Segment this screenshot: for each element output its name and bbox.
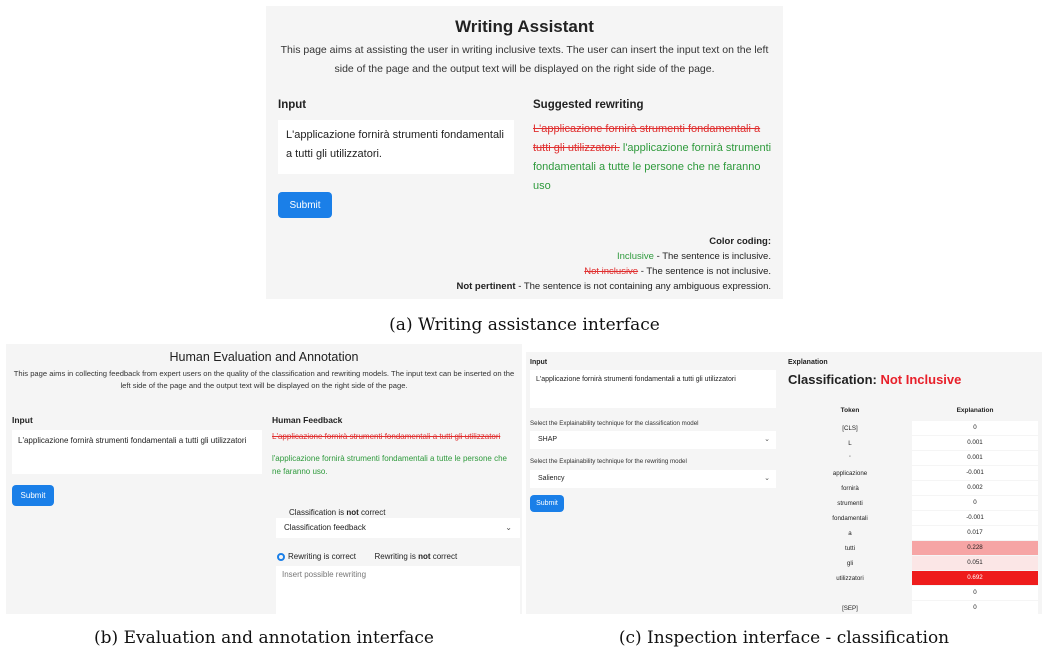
chevron-down-icon: ⌄ — [764, 436, 770, 443]
chevron-down-icon: ⌄ — [505, 523, 512, 532]
rewriting-technique-label: Select the Explainability technique for … — [530, 458, 687, 465]
token-cell: a — [848, 530, 852, 537]
table-row: fornirà 0.002 — [788, 481, 1038, 496]
explanation-cell: 0.051 — [912, 556, 1038, 570]
explanation-cell: 0.228 — [912, 541, 1038, 555]
model-output: L'applicazione fornirà strumenti fondame… — [272, 430, 516, 487]
rewriting-technique-select[interactable]: Saliency ⌄ — [530, 470, 776, 488]
not-inclusive-text: L'applicazione fornirà strumenti fondame… — [272, 432, 501, 441]
table-row: utilizzatori 0.692 — [788, 571, 1038, 586]
table-row: L 0.001 — [788, 436, 1038, 451]
radio-rewriting-correct[interactable]: Rewriting is correct — [277, 552, 356, 561]
writing-assistant-panel: Writing Assistant This page aims at assi… — [266, 6, 783, 299]
input-textarea[interactable]: L'applicazione fornirà strumenti fondame… — [278, 120, 514, 174]
classification-status: Classification is not correct — [289, 508, 386, 517]
radio-rewriting-incorrect[interactable]: Rewriting is not correct — [374, 552, 457, 561]
explanation-cell: 0 — [912, 601, 1038, 614]
explanation-cell: 0 — [912, 421, 1038, 435]
token-cell: fornirà — [841, 485, 859, 492]
explanation-cell: 0 — [912, 496, 1038, 510]
input-label: Input — [12, 415, 33, 425]
column-header-token: Token — [840, 407, 860, 414]
explanation-cell: 0.002 — [912, 481, 1038, 495]
column-header-explanation: Explanation — [956, 407, 994, 414]
token-cell: [SEP] — [842, 605, 858, 612]
page-title: Human Evaluation and Annotation — [169, 350, 359, 364]
caption-c: (c) Inspection interface - classificatio… — [618, 628, 950, 648]
token-cell: ' — [849, 455, 851, 462]
classification-feedback-select[interactable]: Classification feedback ⌄ — [276, 518, 520, 538]
explanation-cell: -0.001 — [912, 466, 1038, 480]
page-description: This page aims in collecting feedback fr… — [13, 369, 515, 390]
table-row: [SEP] 0 — [788, 601, 1038, 614]
submit-button[interactable]: Submit — [530, 495, 564, 512]
table-row: tutti 0.228 — [788, 541, 1038, 556]
explanation-cell: 0.692 — [912, 571, 1038, 585]
table-row: strumenti 0 — [788, 496, 1038, 511]
legend-not-inclusive: Not inclusive - The sentence is not incl… — [584, 266, 771, 277]
token-cell: gli — [846, 560, 854, 567]
input-label: Input — [278, 99, 307, 111]
rewrite-input[interactable]: Insert possible rewriting — [276, 566, 520, 614]
table-row: 0 — [788, 586, 1038, 601]
submit-button[interactable]: Submit — [278, 192, 332, 218]
token-cell: utilizzatori — [836, 575, 864, 582]
table-row: a 0.017 — [788, 526, 1038, 541]
token-cell: tutti — [845, 545, 855, 552]
token-cell: [CLS] — [842, 425, 858, 432]
chevron-down-icon: ⌄ — [764, 475, 770, 482]
human-feedback-label: Human Feedback — [272, 415, 343, 425]
classification-result: Classification: Not Inclusive — [788, 372, 962, 387]
annotation-panel: Human Evaluation and Annotation This pag… — [6, 344, 522, 614]
inclusive-text: l'applicazione fornirà strumenti fondame… — [272, 454, 507, 476]
explanation-cell: 0 — [912, 586, 1038, 600]
explanation-cell: 0.017 — [912, 526, 1038, 540]
input-textarea[interactable]: L'applicazione fornirà strumenti fondame… — [530, 370, 776, 408]
suggested-rewriting-label: Suggested rewriting — [533, 99, 644, 111]
color-legend: Color coding: Inclusive - The sentence i… — [456, 234, 771, 294]
legend-title: Color coding: — [709, 236, 771, 247]
legend-not-pertinent: Not pertinent - The sentence is not cont… — [456, 281, 771, 292]
explanation-cell: -0.001 — [912, 511, 1038, 525]
explanation-cell: 0.001 — [912, 451, 1038, 465]
token-cell: applicazione — [832, 470, 868, 477]
classification-technique-label: Select the Explainability technique for … — [530, 420, 699, 427]
page-description: This page aims at assisting the user in … — [280, 44, 769, 75]
input-textarea[interactable]: L'applicazione fornirà strumenti fondame… — [12, 430, 262, 474]
caption-b: (b) Evaluation and annotation interface — [94, 628, 434, 648]
submit-button[interactable]: Submit — [12, 485, 54, 506]
table-row: fondamentali -0.001 — [788, 511, 1038, 526]
token-cell: fondamentali — [832, 515, 868, 522]
classification-technique-select[interactable]: SHAP ⌄ — [530, 431, 776, 449]
input-label: Input — [530, 359, 548, 366]
table-row: [CLS] 0 — [788, 421, 1038, 436]
caption-a: (a) Writing assistance interface — [389, 315, 660, 335]
page-title: Writing Assistant — [455, 17, 594, 36]
suggested-rewriting-output: L'applicazione fornirà strumenti fondame… — [533, 120, 777, 196]
explanation-cell: 0.001 — [912, 436, 1038, 450]
legend-inclusive: Inclusive - The sentence is inclusive. — [616, 251, 771, 262]
table-row: gli 0.051 — [788, 556, 1038, 571]
table-row: applicazione -0.001 — [788, 466, 1038, 481]
token-cell: L — [848, 440, 852, 447]
token-cell: strumenti — [837, 500, 863, 507]
table-row: ' 0.001 — [788, 451, 1038, 466]
rewriting-radio-group: Rewriting is correct Rewriting is not co… — [277, 552, 457, 561]
inspection-panel: Input L'applicazione fornirà strumenti f… — [526, 352, 1042, 614]
explanation-label: Explanation — [788, 359, 828, 366]
